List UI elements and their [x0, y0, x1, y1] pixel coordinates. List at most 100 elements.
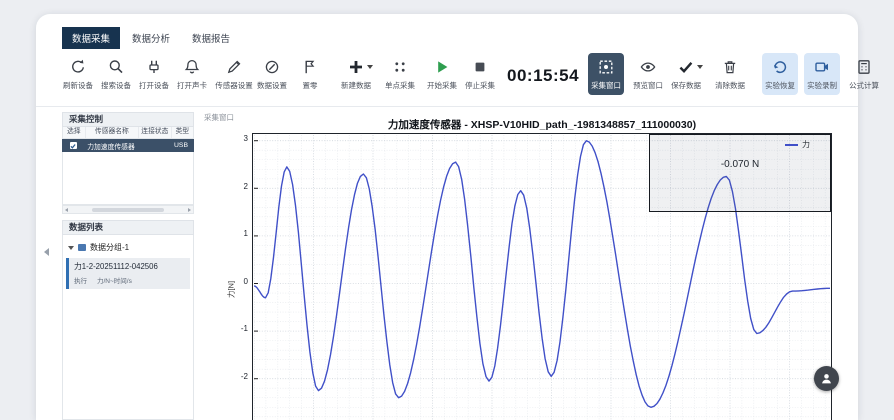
chart-legend: 力 [785, 139, 810, 150]
sensor-checkbox-cell [62, 142, 84, 149]
target-icon [596, 57, 616, 77]
open-device-button[interactable]: 打开设备 [136, 53, 172, 95]
pen-icon [224, 57, 244, 77]
chevron-down-icon [697, 65, 703, 69]
main-tabs: 数据采集 数据分析 数据报告 [62, 27, 240, 49]
toolbar-label: 刷新设备 [63, 80, 93, 91]
sensor-checkbox[interactable] [70, 142, 77, 149]
tree-expand-icon[interactable] [68, 246, 74, 250]
toolbar-label: 保存数据 [671, 80, 701, 91]
data-record-meta: 力/N~时间/s [97, 275, 132, 285]
data-record-tag: 执行 [74, 275, 87, 285]
new-data-button[interactable]: 新建数据 [338, 53, 374, 95]
toolbar: 刷新设备 搜索设备 打开设备 打开声卡 传感器设置 数据设置 置零 新建数据 [60, 53, 850, 103]
scroll-left-icon[interactable] [65, 208, 68, 212]
point-collect-button[interactable]: 单点采集 [382, 53, 418, 95]
folder-icon [78, 244, 86, 251]
data-group-label: 数据分组-1 [90, 242, 129, 253]
y-tick-label: -2 [230, 372, 248, 381]
undo-icon [770, 57, 790, 77]
collect-control-header: 采集控制 [62, 112, 194, 127]
plug-icon [144, 57, 164, 77]
chevron-down-icon [367, 65, 373, 69]
toolbar-label: 新建数据 [341, 80, 371, 91]
sensor-name: 力加速度传感器 [84, 141, 138, 151]
toolbar-label: 打开设备 [139, 80, 169, 91]
horizontal-scrollbar[interactable] [62, 205, 194, 214]
experiment-restore-button[interactable]: 实验恢复 [762, 53, 798, 95]
toolbar-label: 采集窗口 [591, 80, 621, 91]
toolbar-label: 数据设置 [257, 80, 287, 91]
toolbar-divider [36, 106, 858, 107]
column-type: 类型 [172, 127, 194, 138]
legend-line-icon [785, 144, 798, 146]
sensor-list-empty-area [62, 152, 194, 205]
legend-label: 力 [802, 139, 810, 150]
toolbar-label: 搜索设备 [101, 80, 131, 91]
search-icon [106, 57, 126, 77]
toolbar-label: 停止采集 [465, 80, 495, 91]
column-sensor-name: 传感器名称 [86, 127, 140, 138]
y-axis-label: 力[N] [226, 273, 237, 307]
scrollbar-thumb[interactable] [92, 208, 164, 212]
flag-icon [300, 57, 320, 77]
data-group-row[interactable]: 数据分组-1 [63, 240, 193, 255]
edit-circle-icon [262, 57, 282, 77]
trash-icon [720, 57, 740, 77]
toolbar-label: 预览窗口 [633, 80, 663, 91]
data-list-header: 数据列表 [62, 220, 194, 235]
calculator-icon [854, 57, 874, 77]
collection-timer: 00:15:54 [507, 53, 579, 99]
bell-icon [182, 57, 202, 77]
toolbar-label: 实验恢复 [765, 80, 795, 91]
sensor-settings-button[interactable]: 传感器设置 [216, 53, 252, 95]
sensor-table-header: 选择 传感器名称 连接状态 类型 [62, 127, 194, 139]
zero-button[interactable]: 置零 [292, 53, 328, 95]
sidebar-collapse-handle[interactable] [44, 248, 49, 256]
tab-data-analysis[interactable]: 数据分析 [122, 27, 180, 49]
dots-icon [390, 57, 410, 77]
play-icon [432, 57, 452, 77]
toolbar-label: 开始采集 [427, 80, 457, 91]
app-window: 数据采集 数据分析 数据报告 刷新设备 搜索设备 打开设备 打开声卡 传感器设置… [0, 0, 894, 420]
data-list-tree: 数据分组-1 力1-2-20251112-042506 执行 力/N~时间/s [62, 235, 194, 420]
toolbar-label: 清除数据 [715, 80, 745, 91]
experiment-record-button[interactable]: 实验录制 [804, 53, 840, 95]
open-soundcard-button[interactable]: 打开声卡 [174, 53, 210, 95]
y-tick-label: 2 [230, 182, 248, 191]
y-tick-label: 1 [230, 229, 248, 238]
check-icon [676, 57, 696, 77]
scroll-right-icon[interactable] [188, 208, 191, 212]
column-select: 选择 [63, 127, 86, 138]
toolbar-label: 公式计算 [849, 80, 879, 91]
refresh-device-button[interactable]: 刷新设备 [60, 53, 96, 95]
person-icon [820, 372, 833, 385]
tab-data-report[interactable]: 数据报告 [182, 27, 240, 49]
save-data-button[interactable]: 保存数据 [668, 53, 704, 95]
sensor-table-row[interactable]: 力加速度传感器 USB [62, 139, 194, 152]
collect-window-button[interactable]: 采集窗口 [588, 53, 624, 95]
data-record-item[interactable]: 力1-2-20251112-042506 执行 力/N~时间/s [66, 258, 190, 289]
stop-icon [470, 57, 490, 77]
chart-title: 力加速度传感器 - XHSP-V10HID_path_-1981348857_1… [252, 117, 832, 132]
toolbar-label: 实验录制 [807, 80, 837, 91]
toolbar-label: 单点采集 [385, 80, 415, 91]
column-connect-status: 连接状态 [139, 127, 171, 138]
start-collect-button[interactable]: 开始采集 [424, 53, 460, 95]
sensor-type: USB [170, 142, 192, 149]
preview-window-button[interactable]: 预览窗口 [630, 53, 666, 95]
user-avatar-button[interactable] [814, 366, 839, 391]
search-device-button[interactable]: 搜索设备 [98, 53, 134, 95]
formula-calc-button[interactable]: 公式计算 [846, 53, 882, 95]
toolbar-label: 置零 [303, 80, 318, 91]
measurement-annotation: -0.070 N [721, 159, 759, 170]
refresh-icon [68, 57, 88, 77]
clear-data-button[interactable]: 清除数据 [712, 53, 748, 95]
stop-collect-button[interactable]: 停止采集 [462, 53, 498, 95]
data-record-title: 力1-2-20251112-042506 [74, 261, 186, 272]
toolbar-label: 传感器设置 [215, 80, 253, 91]
video-icon [812, 57, 832, 77]
data-settings-button[interactable]: 数据设置 [254, 53, 290, 95]
tab-data-collect[interactable]: 数据采集 [62, 27, 120, 49]
y-tick-label: 3 [230, 134, 248, 143]
